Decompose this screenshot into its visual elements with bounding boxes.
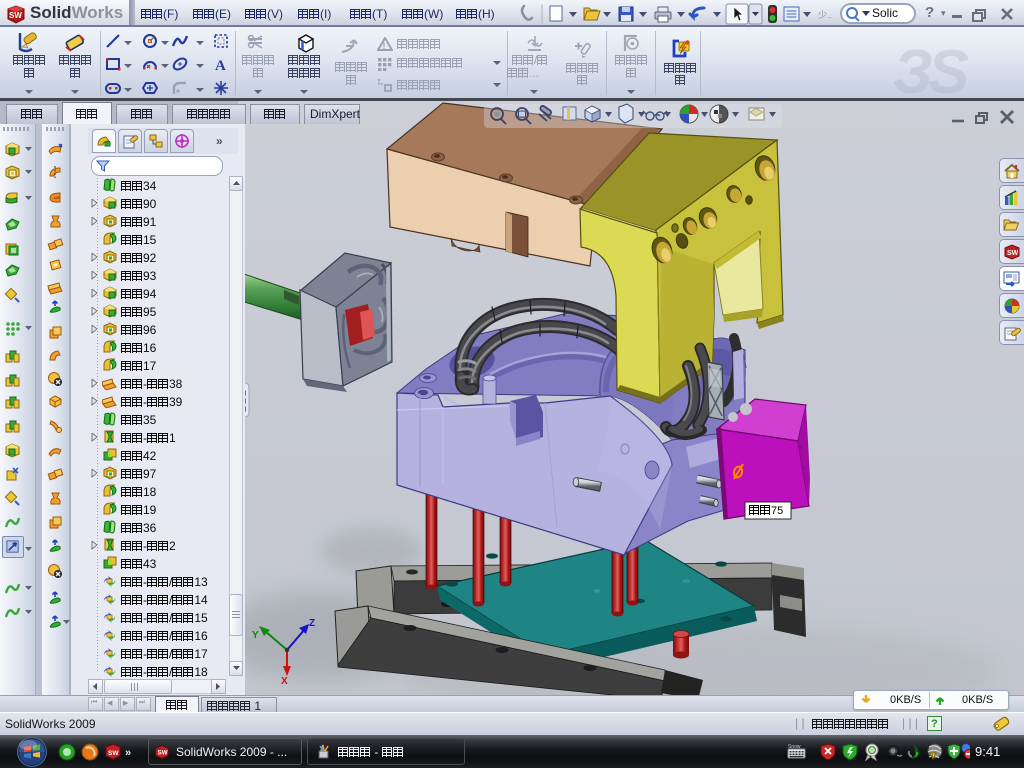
svg-text:A: A [215,58,226,72]
svg-text:SW: SW [1007,250,1019,257]
svg-text:!: ! [932,754,933,760]
svg-text:Z: Z [309,618,315,629]
svg-text:»: » [125,747,131,759]
svg-text:!: ! [383,41,386,51]
svg-text:SW: SW [108,750,119,757]
svg-text:SW: SW [9,11,22,20]
svg-text:少..: 少.. [818,10,832,20]
svg-text:X: X [281,676,288,687]
svg-text:Y: Y [252,630,259,641]
svg-text:SW: SW [158,750,168,757]
